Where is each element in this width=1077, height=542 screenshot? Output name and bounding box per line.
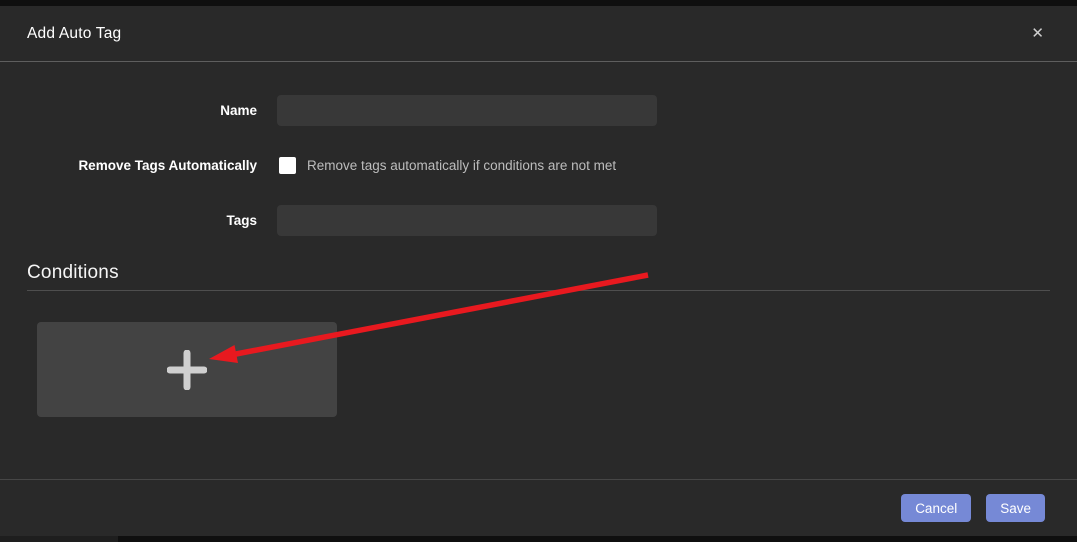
modal-body: Name Remove Tags Automatically Remove ta… xyxy=(0,62,1077,479)
remove-tags-caption: Remove tags automatically if conditions … xyxy=(307,158,616,173)
modal-header: Add Auto Tag ✕ xyxy=(0,6,1077,62)
remove-tags-row: Remove Tags Automatically Remove tags au… xyxy=(27,150,1050,181)
save-button[interactable]: Save xyxy=(986,494,1045,522)
page-bottom-edge xyxy=(0,536,1077,542)
modal-footer: Cancel Save xyxy=(0,479,1077,536)
page-bottom-edge-left xyxy=(0,536,118,542)
tags-input[interactable] xyxy=(277,205,657,236)
add-auto-tag-modal: Add Auto Tag ✕ Name Remove Tags Automati… xyxy=(0,6,1077,536)
plus-icon xyxy=(167,350,207,390)
tags-label: Tags xyxy=(27,213,277,228)
add-condition-button[interactable] xyxy=(37,322,337,417)
name-row: Name xyxy=(27,95,1050,126)
conditions-heading: Conditions xyxy=(27,262,1050,284)
cancel-button[interactable]: Cancel xyxy=(901,494,971,522)
remove-tags-label: Remove Tags Automatically xyxy=(27,158,277,173)
remove-tags-checkbox[interactable] xyxy=(279,157,296,174)
name-label: Name xyxy=(27,103,277,118)
name-input[interactable] xyxy=(277,95,657,126)
close-icon[interactable]: ✕ xyxy=(1027,22,1048,45)
tags-row: Tags xyxy=(27,205,1050,236)
modal-title: Add Auto Tag xyxy=(27,25,121,43)
conditions-divider xyxy=(27,290,1050,291)
